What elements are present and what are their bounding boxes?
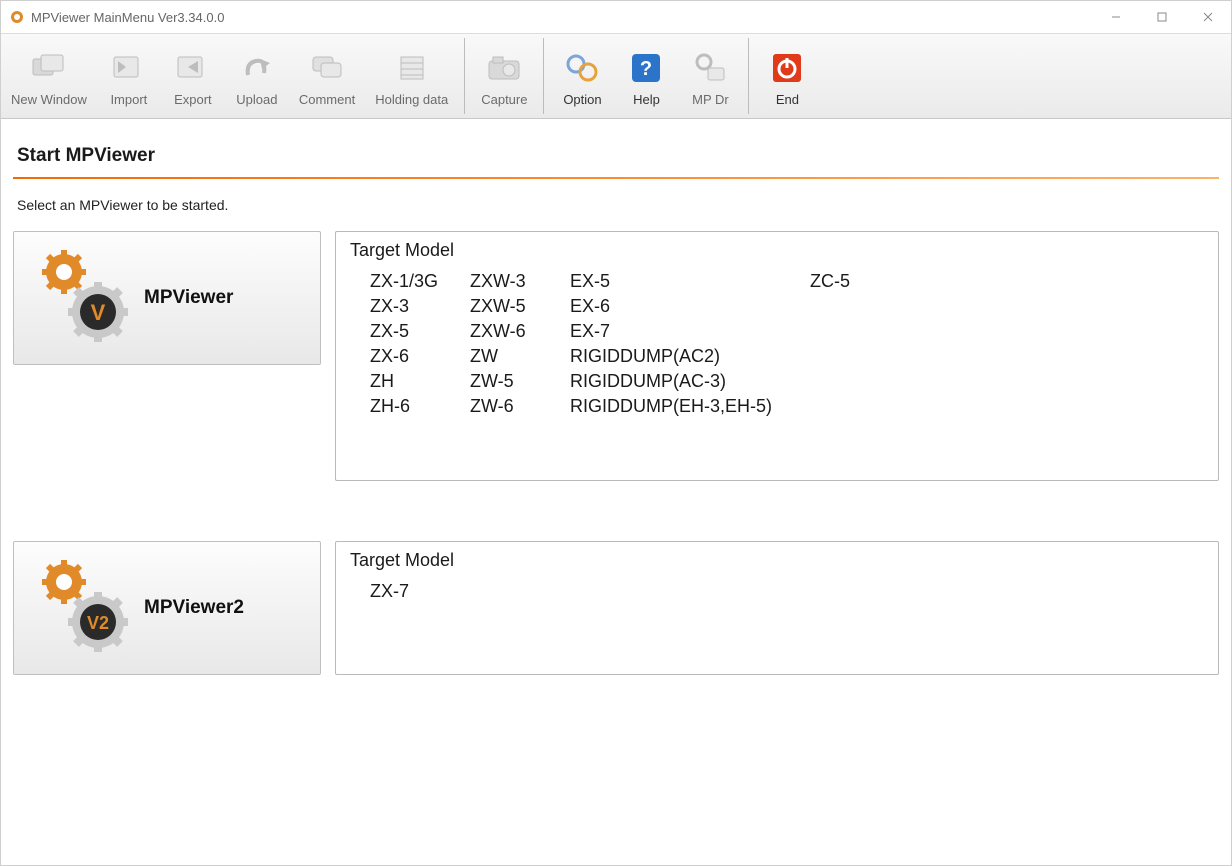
help-button[interactable]: ? Help	[614, 34, 678, 118]
toolbar-label: End	[776, 92, 799, 107]
model-cell: ZW-6	[470, 396, 570, 417]
model-cell: ZXW-3	[470, 271, 570, 292]
toolbar-label: New Window	[11, 92, 87, 107]
model-cell: RIGIDDUMP(AC-3)	[570, 371, 810, 392]
minimize-button[interactable]	[1093, 1, 1139, 33]
window-controls	[1093, 1, 1231, 33]
svg-text:?: ?	[640, 58, 652, 80]
holding-data-button[interactable]: Holding data	[365, 34, 458, 118]
model-cell: ZC-5	[810, 271, 910, 292]
toolbar-separator	[464, 38, 465, 114]
export-button[interactable]: Export	[161, 34, 225, 118]
app-window: MPViewer MainMenu Ver3.34.0.0 New Window	[0, 0, 1232, 866]
model-cell: ZH	[370, 371, 470, 392]
badge-text: V2	[87, 613, 109, 633]
toolbar-label: Upload	[236, 92, 277, 107]
import-icon	[107, 48, 151, 88]
model-cell: EX-5	[570, 271, 810, 292]
model-cell: ZX-1/3G	[370, 271, 470, 292]
mp-dr-button[interactable]: MP Dr	[678, 34, 742, 118]
model-cell: ZXW-5	[470, 296, 570, 317]
model-cell: EX-6	[570, 296, 810, 317]
model-cell: ZW-5	[470, 371, 570, 392]
toolbar-label: MP Dr	[692, 92, 729, 107]
mpviewer2-label: MPViewer2	[144, 597, 244, 619]
model-cell: ZX-7	[350, 581, 1204, 602]
page-title: Start MPViewer	[13, 139, 1219, 177]
model-cell: EX-7	[570, 321, 810, 342]
model-cell: ZX-5	[370, 321, 470, 342]
target-model-panel-1: Target Model ZX-1/3G ZXW-3 EX-5 ZC-5 ZX-…	[335, 231, 1219, 481]
help-icon: ?	[624, 48, 668, 88]
end-icon	[765, 48, 809, 88]
toolbar-separator	[748, 38, 749, 114]
export-icon	[171, 48, 215, 88]
mpviewer-button[interactable]: V MPViewer	[13, 231, 321, 365]
target-model-title: Target Model	[350, 240, 1204, 261]
option-button[interactable]: Option	[550, 34, 614, 118]
model-cell: ZH-6	[370, 396, 470, 417]
mp-dr-icon	[688, 48, 732, 88]
end-button[interactable]: End	[755, 34, 819, 118]
toolbar-label: Comment	[299, 92, 355, 107]
app-icon	[9, 9, 25, 25]
toolbar-label: Capture	[481, 92, 527, 107]
model-cell: ZXW-6	[470, 321, 570, 342]
viewer-row-mpviewer2: V2 MPViewer2 Target Model ZX-7	[13, 541, 1219, 675]
maximize-button[interactable]	[1139, 1, 1185, 33]
model-cell: RIGIDDUMP(AC2)	[570, 346, 810, 367]
comment-icon	[305, 48, 349, 88]
model-cell	[810, 296, 910, 317]
target-model-grid: ZX-1/3G ZXW-3 EX-5 ZC-5 ZX-3 ZXW-5 EX-6 …	[350, 271, 1204, 417]
toolbar-label: Export	[174, 92, 212, 107]
page-subtitle: Select an MPViewer to be started.	[13, 197, 1219, 231]
comment-button[interactable]: Comment	[289, 34, 365, 118]
model-cell	[810, 346, 910, 367]
model-cell: ZX-3	[370, 296, 470, 317]
toolbar-label: Option	[563, 92, 601, 107]
model-cell	[810, 396, 910, 417]
model-cell: RIGIDDUMP(EH-3,EH-5)	[570, 396, 810, 417]
close-button[interactable]	[1185, 1, 1231, 33]
import-button[interactable]: Import	[97, 34, 161, 118]
mpviewer2-button[interactable]: V2 MPViewer2	[13, 541, 321, 675]
model-cell: ZW	[470, 346, 570, 367]
target-model-panel-2: Target Model ZX-7	[335, 541, 1219, 675]
mpviewer-icon: V	[24, 244, 134, 352]
new-window-button[interactable]: New Window	[1, 34, 97, 118]
model-cell	[810, 321, 910, 342]
mpviewer-label: MPViewer	[144, 287, 233, 309]
badge-text: V	[91, 300, 106, 325]
toolbar-label: Holding data	[375, 92, 448, 107]
capture-icon	[482, 48, 526, 88]
content-area: Start MPViewer Select an MPViewer to be …	[1, 119, 1231, 865]
model-cell	[810, 371, 910, 392]
option-icon	[560, 48, 604, 88]
target-model-title: Target Model	[350, 550, 1204, 571]
heading-rule	[13, 177, 1219, 179]
window-title: MPViewer MainMenu Ver3.34.0.0	[31, 10, 224, 25]
upload-button[interactable]: Upload	[225, 34, 289, 118]
holding-data-icon	[390, 48, 434, 88]
mpviewer2-icon: V2	[24, 554, 134, 662]
toolbar-label: Help	[633, 92, 660, 107]
toolbar-separator	[543, 38, 544, 114]
toolbar: New Window Import Export Upload	[1, 33, 1231, 119]
upload-icon	[235, 48, 279, 88]
toolbar-label: Import	[110, 92, 147, 107]
capture-button[interactable]: Capture	[471, 34, 537, 118]
viewer-row-mpviewer: V MPViewer Target Model ZX-1/3G ZXW-3 EX…	[13, 231, 1219, 481]
titlebar: MPViewer MainMenu Ver3.34.0.0	[1, 1, 1231, 33]
new-window-icon	[27, 48, 71, 88]
model-cell: ZX-6	[370, 346, 470, 367]
